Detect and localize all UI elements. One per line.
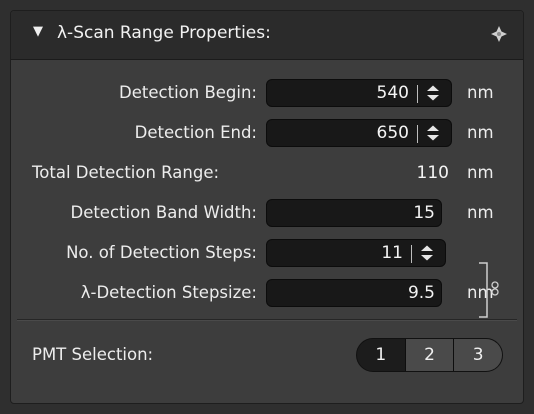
band-width-unit: nm bbox=[467, 203, 494, 222]
section-divider bbox=[17, 319, 517, 321]
total-range-row: Total Detection Range: 110 nm bbox=[11, 157, 523, 191]
pmt-option-2[interactable]: 2 bbox=[404, 339, 454, 371]
detection-end-row: Detection End: 650 nm bbox=[11, 117, 523, 151]
scan-range-panel: ▼ λ-Scan Range Properties: Detection Beg… bbox=[10, 10, 524, 404]
pin-icon[interactable] bbox=[489, 24, 509, 44]
pmt-label: PMT Selection: bbox=[32, 345, 154, 364]
detection-begin-value: 540 bbox=[376, 83, 409, 103]
detection-end-unit: nm bbox=[467, 123, 494, 142]
pmt-option-1[interactable]: 1 bbox=[357, 339, 405, 371]
band-width-row: Detection Band Width: 15 nm bbox=[11, 197, 523, 231]
steps-value: 11 bbox=[381, 243, 403, 263]
spinner-arrows-icon[interactable] bbox=[417, 243, 437, 263]
detection-end-value: 650 bbox=[376, 123, 409, 143]
panel-header[interactable]: ▼ λ-Scan Range Properties: bbox=[11, 11, 523, 60]
spinner-arrows-icon[interactable] bbox=[423, 83, 443, 103]
stepsize-field[interactable]: 9.5 bbox=[266, 279, 442, 307]
steps-field[interactable]: 11 bbox=[266, 239, 446, 267]
band-width-value: 15 bbox=[413, 203, 435, 223]
spinner-arrows-icon[interactable] bbox=[423, 123, 443, 143]
detection-begin-row: Detection Begin: 540 nm bbox=[11, 77, 523, 111]
detection-end-label: Detection End: bbox=[134, 123, 257, 142]
steps-row: No. of Detection Steps: 11 bbox=[11, 237, 523, 271]
pmt-selector: 1 2 3 bbox=[356, 338, 503, 372]
detection-begin-label: Detection Begin: bbox=[119, 83, 257, 102]
spin-separator bbox=[417, 125, 418, 143]
stepsize-label: λ-Detection Stepsize: bbox=[80, 283, 257, 302]
band-width-label: Detection Band Width: bbox=[70, 203, 257, 222]
band-width-field[interactable]: 15 bbox=[266, 199, 442, 227]
panel-title: λ-Scan Range Properties: bbox=[57, 23, 271, 43]
collapse-triangle-icon[interactable]: ▼ bbox=[33, 25, 47, 39]
total-range-value: 110 bbox=[416, 163, 449, 183]
spin-separator bbox=[411, 245, 412, 263]
steps-label: No. of Detection Steps: bbox=[66, 243, 257, 262]
detection-begin-unit: nm bbox=[467, 83, 494, 102]
total-range-label: Total Detection Range: bbox=[32, 163, 220, 182]
detection-begin-field[interactable]: 540 bbox=[266, 79, 452, 107]
link-chain-icon[interactable] bbox=[477, 261, 507, 321]
stepsize-value: 9.5 bbox=[407, 283, 435, 303]
total-range-unit: nm bbox=[467, 163, 494, 182]
detection-end-field[interactable]: 650 bbox=[266, 119, 452, 147]
pmt-option-3[interactable]: 3 bbox=[453, 339, 502, 371]
spin-separator bbox=[417, 85, 418, 103]
stepsize-row: λ-Detection Stepsize: 9.5 nm bbox=[11, 277, 523, 311]
